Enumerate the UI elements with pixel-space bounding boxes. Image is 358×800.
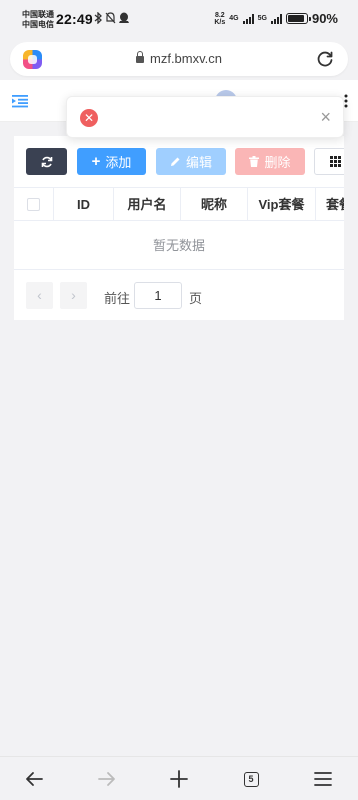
status-icons-right: 8.2 K/s 4G 5G 90%	[214, 11, 338, 26]
page-number-input[interactable]	[134, 282, 182, 309]
battery-percent: 90%	[311, 11, 338, 26]
column-header[interactable]: ID	[54, 188, 114, 221]
network-type-1: 4G	[229, 15, 239, 22]
refresh-icon	[41, 156, 52, 167]
column-header[interactable]: 用户名	[114, 188, 181, 221]
carrier-1: 中国联通	[22, 10, 54, 19]
status-icons-left	[94, 11, 129, 27]
delete-button-label: 删除	[264, 155, 291, 170]
plus-icon	[170, 770, 188, 788]
table-header: ID 用户名 昵称 Vip套餐 套餐	[14, 187, 344, 221]
clock: 22:49	[56, 11, 93, 27]
arrow-right-icon	[98, 772, 115, 786]
close-icon[interactable]: ×	[320, 107, 331, 127]
refresh-button[interactable]	[26, 148, 67, 175]
signal-2-icon	[270, 13, 282, 24]
pencil-icon	[170, 157, 180, 166]
reload-icon[interactable]	[316, 50, 334, 68]
battery-icon	[285, 13, 311, 24]
goto-label: 前往	[104, 291, 131, 306]
select-all-cell	[14, 188, 54, 221]
add-button-label: 添加	[105, 155, 132, 170]
mute-bell-icon	[105, 12, 116, 27]
browser-bottom-nav: 5	[0, 756, 358, 800]
empty-state: 暂无数据	[14, 221, 344, 270]
column-header[interactable]: Vip套餐	[248, 188, 316, 221]
url-text: mzf.bmxv.cn	[150, 51, 222, 66]
qq-notification-icon	[119, 12, 129, 27]
prev-page-button[interactable]: ‹	[26, 282, 53, 309]
add-button[interactable]: + 添加	[77, 148, 146, 175]
url-display[interactable]: mzf.bmxv.cn	[10, 51, 348, 66]
arrow-left-icon	[26, 772, 43, 786]
column-header[interactable]: 昵称	[181, 188, 248, 221]
trash-icon	[249, 156, 260, 167]
lock-icon	[136, 51, 144, 64]
menu-toggle-icon[interactable]	[12, 94, 28, 108]
error-icon: ✕	[80, 109, 98, 127]
signal-1-icon	[242, 13, 254, 24]
net-speed: 8.2 K/s	[214, 12, 225, 26]
column-header[interactable]: 套餐	[316, 188, 344, 221]
grid-icon	[329, 156, 341, 167]
error-toast: ✕ ×	[66, 96, 344, 138]
page-suffix-label: 页	[189, 291, 203, 306]
edit-button-label: 编辑	[185, 155, 212, 170]
net-speed-unit: K/s	[214, 18, 226, 26]
column-toggle-button[interactable]	[314, 148, 344, 175]
back-button[interactable]	[19, 765, 49, 793]
network-type-2: 5G	[257, 15, 267, 22]
delete-button[interactable]: 删除	[235, 148, 305, 175]
carrier-info: 中国联通 中国电信	[22, 10, 54, 30]
chevron-left-icon: ‹	[37, 287, 42, 303]
new-tab-button[interactable]	[164, 765, 194, 793]
hamburger-menu-icon	[314, 772, 332, 786]
menu-button[interactable]	[308, 765, 338, 793]
net-speed-value: 8.2	[214, 11, 225, 19]
tabs-button[interactable]: 5	[236, 765, 266, 793]
address-bar[interactable]: mzf.bmxv.cn	[10, 42, 348, 76]
tab-count: 5	[243, 771, 259, 787]
edit-button[interactable]: 编辑	[156, 148, 226, 175]
pagination: ‹ › 前往 页	[14, 270, 344, 320]
bluetooth-icon	[94, 11, 102, 27]
select-all-checkbox[interactable]	[27, 198, 40, 211]
plus-icon: +	[91, 153, 101, 170]
chevron-right-icon: ›	[71, 287, 76, 303]
forward-button[interactable]	[92, 765, 122, 793]
next-page-button[interactable]: ›	[60, 282, 87, 309]
carrier-2: 中国电信	[22, 20, 54, 29]
status-bar: 中国联通 中国电信 22:49 8.2 K/s 4G 5G 90%	[0, 0, 358, 38]
table-card: + 添加 编辑 删除 ID 用户名 昵称 Vip套餐 套餐 暂无数据 ‹ › 前…	[14, 136, 344, 320]
